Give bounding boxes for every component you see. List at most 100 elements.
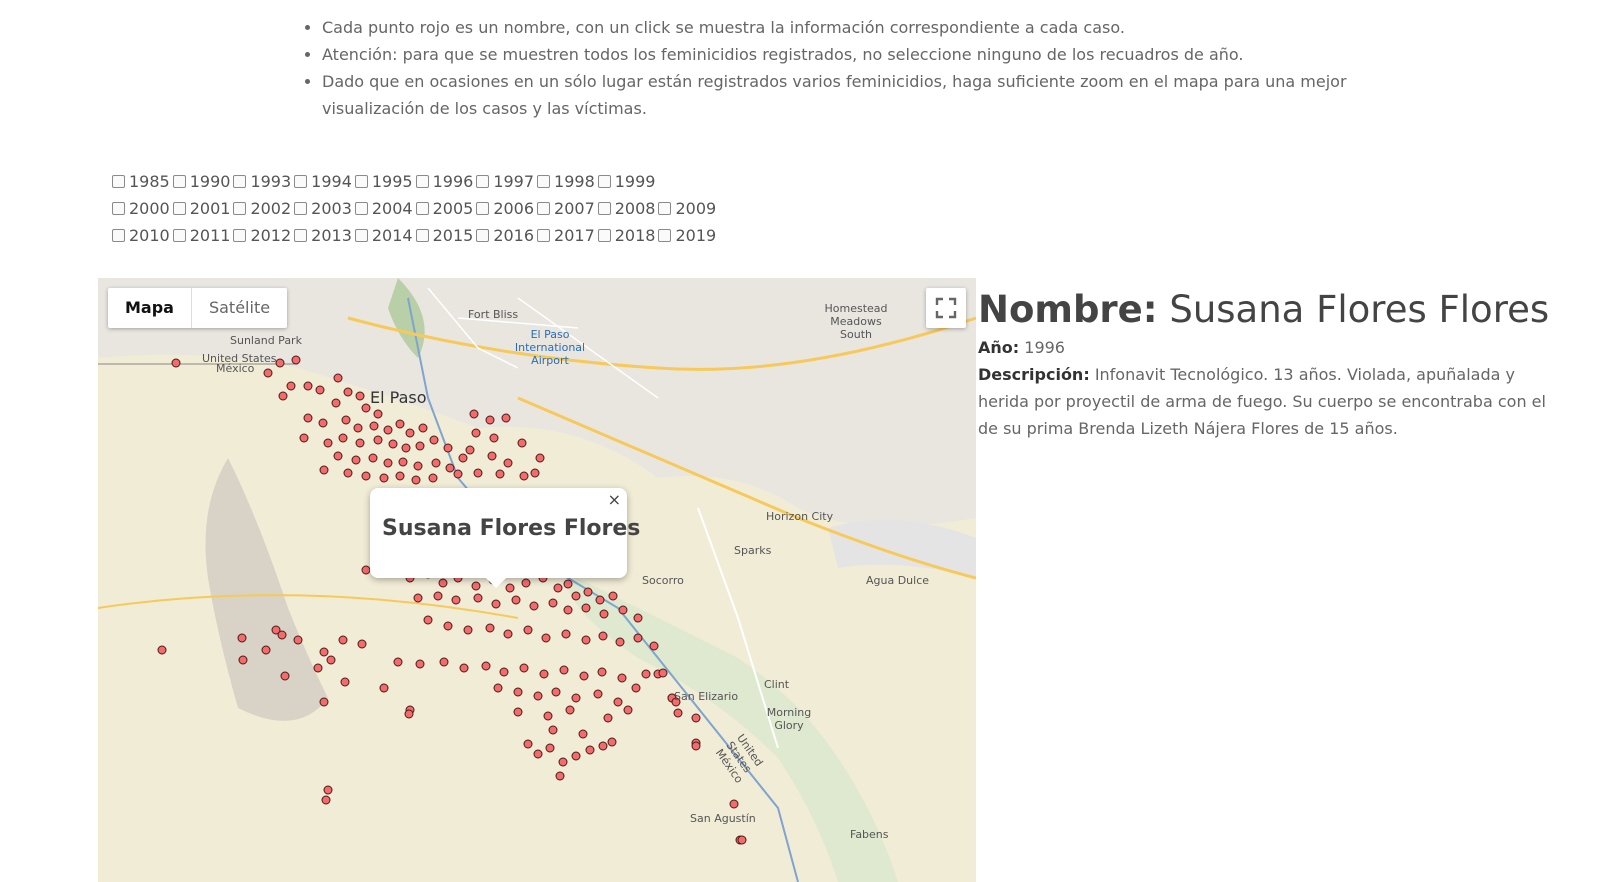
victim-marker xyxy=(543,711,553,721)
victim-marker xyxy=(505,583,515,593)
victim-marker xyxy=(613,697,623,707)
victim-marker xyxy=(578,729,588,739)
victim-marker xyxy=(321,795,331,805)
year-checkbox-1995[interactable]: 1995 xyxy=(354,168,413,195)
victim-marker xyxy=(429,435,439,445)
year-checkbox-2002[interactable]: 2002 xyxy=(233,195,291,222)
year-checkbox-1997[interactable]: 1997 xyxy=(476,168,534,195)
map-label-socorro: Socorro xyxy=(642,574,684,587)
victim-marker xyxy=(369,421,379,431)
year-checkbox-2003[interactable]: 2003 xyxy=(294,195,352,222)
victim-marker xyxy=(501,413,511,423)
victim-marker xyxy=(451,595,461,605)
victim-marker xyxy=(413,461,423,471)
year-checkbox-2010[interactable]: 2010 xyxy=(112,222,170,249)
victim-marker xyxy=(571,693,581,703)
marker-info-popup: Susana Flores Flores × xyxy=(370,488,640,588)
description-label: Descripción: xyxy=(978,365,1090,384)
victim-marker xyxy=(458,453,468,463)
year-checkbox-1998[interactable]: 1998 xyxy=(537,168,595,195)
victim-marker xyxy=(563,579,573,589)
map-type-map-button[interactable]: Mapa xyxy=(108,288,191,328)
year-checkbox-2004[interactable]: 2004 xyxy=(354,195,413,222)
victim-marker xyxy=(238,655,248,665)
victim-marker xyxy=(361,403,371,413)
victim-marker xyxy=(729,799,739,809)
victim-marker xyxy=(445,463,455,473)
victim-marker xyxy=(278,391,288,401)
victim-marker xyxy=(293,635,303,645)
instruction-item: Dado que en ocasiones en un sólo lugar e… xyxy=(322,68,1412,122)
victim-marker xyxy=(393,657,403,667)
victim-marker xyxy=(551,687,561,697)
victim-marker xyxy=(299,433,309,443)
victim-marker xyxy=(280,671,290,681)
victim-marker xyxy=(607,737,617,747)
map-label-sunland-park: Sunland Park xyxy=(230,334,302,347)
map-label-morning-glory: Morning Glory xyxy=(766,706,812,732)
victim-marker xyxy=(593,689,603,699)
map-type-satellite-button[interactable]: Satélite xyxy=(190,288,287,328)
year-checkbox-1990[interactable]: 1990 xyxy=(172,168,230,195)
year-checkbox-2019[interactable]: 2019 xyxy=(658,222,716,249)
victim-marker xyxy=(411,475,421,485)
name-value: Susana Flores Flores xyxy=(1169,288,1550,331)
year-checkbox-2014[interactable]: 2014 xyxy=(354,222,413,249)
map-canvas[interactable]: El Paso Fort Bliss El Paso International… xyxy=(98,278,976,882)
year-checkbox-1985[interactable]: 1985 xyxy=(112,168,170,195)
year-checkbox-2017[interactable]: 2017 xyxy=(537,222,595,249)
victim-marker xyxy=(503,629,513,639)
victim-marker xyxy=(443,621,453,631)
year-checkbox-2007[interactable]: 2007 xyxy=(537,195,595,222)
victim-marker xyxy=(395,471,405,481)
victim-marker xyxy=(495,469,505,479)
year-checkbox-2006[interactable]: 2006 xyxy=(476,195,534,222)
victim-marker xyxy=(519,471,529,481)
year-checkbox-2015[interactable]: 2015 xyxy=(415,222,473,249)
year-checkbox-2001[interactable]: 2001 xyxy=(172,195,230,222)
victim-marker xyxy=(555,771,565,781)
year-checkbox-1994[interactable]: 1994 xyxy=(294,168,352,195)
victim-marker xyxy=(237,633,247,643)
year-checkbox-2011[interactable]: 2011 xyxy=(172,222,230,249)
victim-marker xyxy=(548,725,558,735)
victim-marker xyxy=(511,595,521,605)
victim-marker xyxy=(545,743,555,753)
victim-marker xyxy=(673,708,683,718)
victim-marker xyxy=(465,445,475,455)
victim-marker xyxy=(433,591,443,601)
victim-marker xyxy=(275,358,285,368)
victim-marker xyxy=(521,578,531,588)
victim-marker xyxy=(157,645,167,655)
victim-marker xyxy=(373,435,383,445)
year-checkbox-2008[interactable]: 2008 xyxy=(597,195,655,222)
victim-marker xyxy=(553,583,563,593)
map-label-airport: El Paso International Airport xyxy=(514,328,586,367)
year-checkbox-1996[interactable]: 1996 xyxy=(415,168,473,195)
victim-marker xyxy=(379,473,389,483)
map-type-control: Mapa Satélite xyxy=(108,288,288,328)
year-checkbox-2013[interactable]: 2013 xyxy=(294,222,352,249)
victim-marker xyxy=(315,385,325,395)
name-label: Nombre: xyxy=(978,288,1158,331)
year-checkbox-2016[interactable]: 2016 xyxy=(476,222,534,249)
year-checkbox-2018[interactable]: 2018 xyxy=(597,222,655,249)
victim-marker xyxy=(333,451,343,461)
victim-marker xyxy=(489,433,499,443)
year-checkbox-2000[interactable]: 2000 xyxy=(112,195,170,222)
victim-marker xyxy=(513,707,523,717)
fullscreen-button[interactable] xyxy=(926,288,966,328)
victim-marker xyxy=(559,665,569,675)
year-checkbox-1999[interactable]: 1999 xyxy=(597,168,655,195)
victim-marker xyxy=(618,605,628,615)
popup-close-button[interactable]: × xyxy=(608,490,621,509)
year-checkbox-2012[interactable]: 2012 xyxy=(233,222,291,249)
map-label-san-agustin: San Agustín xyxy=(690,812,756,825)
map-label-mexico: México xyxy=(216,362,255,375)
year-checkbox-1993[interactable]: 1993 xyxy=(233,168,291,195)
year-checkbox-2005[interactable]: 2005 xyxy=(415,195,473,222)
victim-marker xyxy=(641,669,651,679)
victim-marker xyxy=(355,438,365,448)
year-checkbox-2009[interactable]: 2009 xyxy=(658,195,716,222)
victim-marker xyxy=(535,453,545,463)
